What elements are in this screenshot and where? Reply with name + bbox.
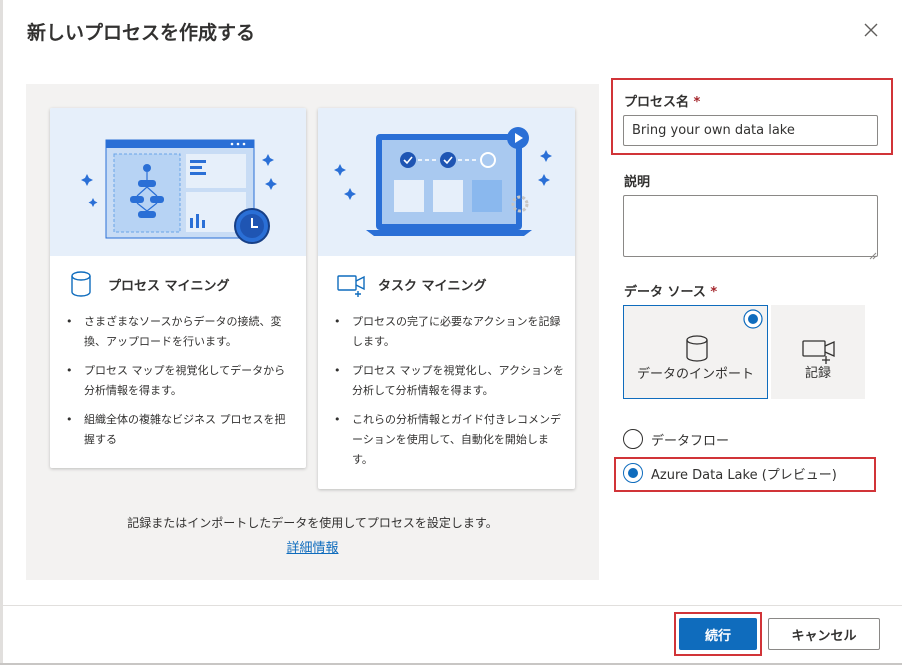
mining-info-panel: プロセス マイニング • さまざまなソースからデータの接続、変換、アップロードを行…	[26, 84, 599, 580]
task-mining-header: タスク マイニング	[336, 270, 565, 298]
process-mining-bullets: • さまざまなソースからデータの接続、変換、アップロードを行います。 • プロセス …	[66, 312, 296, 459]
close-icon[interactable]	[860, 19, 882, 41]
process-mining-title: プロセス マイニング	[108, 278, 230, 294]
azure-data-lake-radio[interactable]: Azure Data Lake (プレビュー)	[623, 463, 837, 483]
task-mining-bullets: • プロセスの完了に必要なアクションを記録します。 • プロセス マップを視覚化し、…	[334, 312, 565, 479]
continue-button[interactable]: 続行	[679, 618, 757, 650]
datasource-import-tile[interactable]: データのインポート	[623, 305, 768, 399]
list-item: • さまざまなソースからデータの接続、変換、アップロードを行います。	[66, 315, 282, 348]
process-mining-card: プロセス マイニング • さまざまなソースからデータの接続、変換、アップロードを行…	[50, 108, 306, 468]
dialog-title: 新しいプロセスを作成する	[27, 22, 256, 44]
process-mining-header: プロセス マイニング	[68, 270, 296, 298]
datasource-record-label: 記録	[804, 366, 831, 381]
list-item: • これらの分析情報とガイド付きレコメンデーションを使用して、自動化を開始します。	[334, 413, 561, 466]
task-mining-illustration	[318, 108, 575, 256]
datasource-import-label: データのインポート	[636, 367, 754, 382]
panel-footnote: 記録またはインポートしたデータを使用してプロセスを設定します。	[127, 516, 498, 530]
radio-unchecked-icon	[623, 429, 643, 449]
list-item: • プロセス マップを視覚化してデータから分析情報を得ます。	[66, 364, 286, 397]
process-name-input[interactable]	[623, 115, 878, 146]
database-icon	[68, 270, 94, 298]
list-item: • プロセスの完了に必要なアクションを記録します。	[334, 315, 561, 348]
list-item: • プロセス マップを視覚化し、アクションを分析して分析情報を得ます。	[334, 364, 564, 397]
list-item: • 組織全体の複雑なビジネス プロセスを把握する	[66, 413, 286, 446]
task-mining-card: タスク マイニング • プロセスの完了に必要なアクションを記録します。 • プロセス…	[318, 108, 575, 489]
datasource-record-tile[interactable]: 記録	[771, 305, 865, 399]
description-label: 説明	[624, 175, 651, 190]
resize-grip-icon	[867, 245, 877, 260]
process-name-label: プロセス名 *	[624, 95, 701, 110]
cancel-button[interactable]: キャンセル	[768, 618, 880, 650]
video-camera-icon	[336, 270, 366, 298]
selected-radio-icon	[743, 309, 763, 333]
learn-more-link[interactable]: 詳細情報	[26, 537, 599, 556]
task-mining-title: タスク マイニング	[378, 278, 487, 294]
radio-checked-icon	[623, 463, 643, 483]
description-textarea[interactable]	[623, 195, 878, 257]
create-process-dialog: 新しいプロセスを作成する プロセス マイニング • さまざまなソースからデータの…	[3, 0, 902, 665]
footer-divider	[3, 605, 902, 606]
dataflow-radio[interactable]: データフロー	[623, 429, 729, 449]
process-mining-illustration	[50, 108, 306, 256]
datasource-label: データ ソース *	[624, 285, 718, 300]
